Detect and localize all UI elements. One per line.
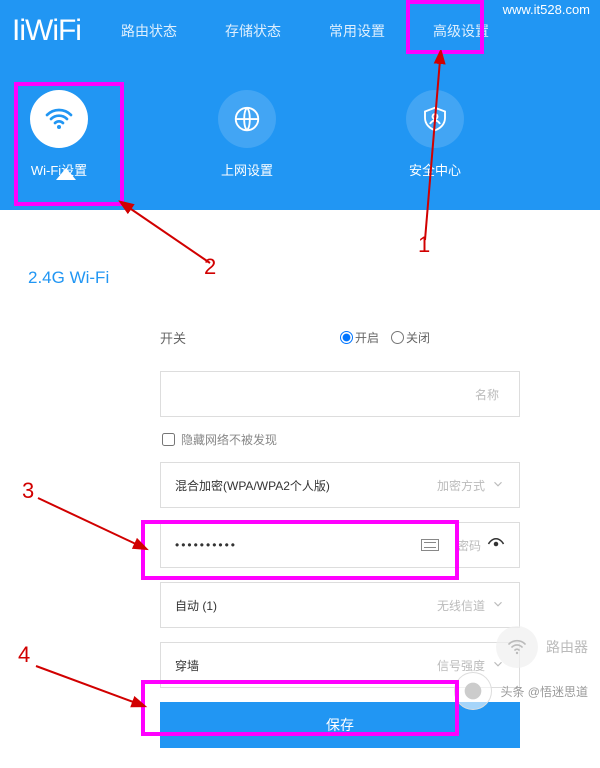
password-suffix: 密码	[457, 537, 481, 554]
radio-on[interactable]: 开启	[340, 329, 379, 346]
annotation-number-3: 3	[22, 478, 34, 504]
signal-suffix: 信号强度	[437, 657, 485, 674]
name-input[interactable]	[175, 387, 475, 401]
annotation-number-2: 2	[204, 254, 216, 280]
switch-row: 开关 开启 关闭	[160, 328, 520, 347]
chevron-down-icon	[491, 477, 505, 494]
annotation-number-4: 4	[18, 642, 30, 668]
category-row: Wi-Fi设置 上网设置 安全中心	[0, 62, 600, 179]
hide-network-checkbox[interactable]	[162, 433, 175, 446]
watermark-author-text: 头条 @悟迷思道	[500, 683, 588, 700]
tab-common-settings[interactable]: 常用设置	[329, 17, 385, 45]
watermark-router: 路由器	[496, 626, 588, 668]
annotation-number-1: 1	[418, 232, 430, 258]
radio-on-label: 开启	[355, 329, 379, 346]
password-field[interactable]: •••••••••• 密码	[160, 522, 520, 568]
category-security-center[interactable]: 安全中心	[406, 90, 464, 179]
watermark-author: 头条 @悟迷思道	[454, 672, 588, 710]
name-field[interactable]: 名称	[160, 371, 520, 417]
hide-network-label: 隐藏网络不被发现	[181, 431, 277, 448]
watermark-url: www.it528.com	[503, 2, 590, 17]
header: IiWiFi 路由状态 存储状态 常用设置 高级设置 www.it528.com…	[0, 0, 600, 210]
encryption-value: 混合加密(WPA/WPA2个人版)	[175, 477, 437, 494]
shield-icon	[406, 90, 464, 148]
channel-value: 自动 (1)	[175, 597, 437, 614]
eye-icon[interactable]	[487, 535, 505, 556]
switch-label: 开关	[160, 328, 340, 347]
radio-off-input[interactable]	[391, 331, 404, 344]
active-pointer	[56, 168, 76, 180]
tab-advanced-settings[interactable]: 高级设置	[433, 17, 489, 45]
category-label: 上网设置	[221, 160, 273, 179]
watermark-router-text: 路由器	[546, 637, 588, 657]
author-avatar-icon	[454, 672, 492, 710]
wifi-icon	[30, 90, 88, 148]
globe-icon	[218, 90, 276, 148]
category-label: 安全中心	[409, 160, 461, 179]
encryption-field[interactable]: 混合加密(WPA/WPA2个人版) 加密方式	[160, 462, 520, 508]
category-internet-settings[interactable]: 上网设置	[218, 90, 276, 179]
radio-off-label: 关闭	[406, 329, 430, 346]
signal-value: 穿墙	[175, 657, 437, 674]
keyboard-icon[interactable]	[421, 539, 439, 551]
radio-off[interactable]: 关闭	[391, 329, 430, 346]
encryption-suffix: 加密方式	[437, 477, 485, 494]
section-title: 2.4G Wi-Fi	[28, 268, 580, 288]
chevron-down-icon	[491, 597, 505, 614]
channel-field[interactable]: 自动 (1) 无线信道	[160, 582, 520, 628]
category-wifi-settings[interactable]: Wi-Fi设置	[30, 90, 88, 179]
radio-on-input[interactable]	[340, 331, 353, 344]
logo: IiWiFi	[12, 14, 81, 48]
name-suffix: 名称	[475, 386, 499, 403]
switch-radio-group: 开启 关闭	[340, 329, 430, 346]
password-value: ••••••••••	[175, 538, 421, 552]
tab-router-status[interactable]: 路由状态	[121, 17, 177, 45]
hide-network-row[interactable]: 隐藏网络不被发现	[162, 431, 520, 448]
tab-storage-status[interactable]: 存储状态	[225, 17, 281, 45]
channel-suffix: 无线信道	[437, 597, 485, 614]
router-icon	[496, 626, 538, 668]
topbar: IiWiFi 路由状态 存储状态 常用设置 高级设置 www.it528.com	[0, 0, 600, 62]
top-tabs: 路由状态 存储状态 常用设置 高级设置	[121, 17, 588, 45]
